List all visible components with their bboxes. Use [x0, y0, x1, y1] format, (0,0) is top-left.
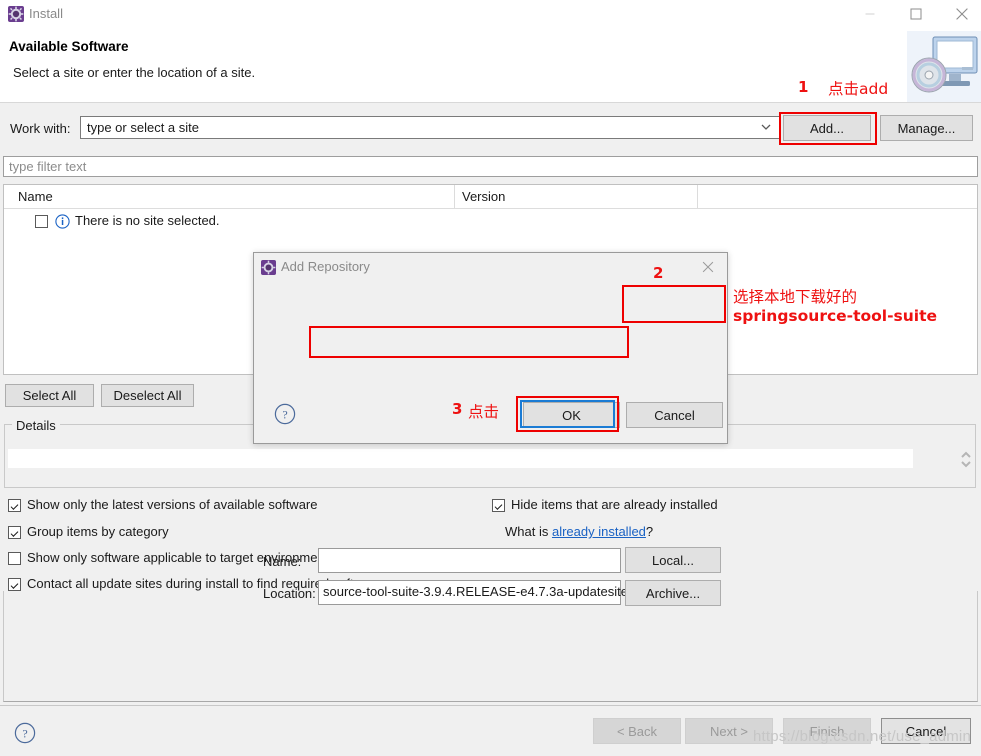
install-wizard-window: Install Available Software Select a site… [0, 0, 981, 756]
local-button[interactable]: Local... [625, 547, 721, 573]
manage-button[interactable]: Manage... [880, 115, 973, 141]
name-input[interactable] [318, 548, 621, 573]
watermark: https://blog.csdn.net/use_admin [753, 728, 972, 745]
annotation-step-3-text: 点击 [468, 403, 500, 421]
work-with-combo[interactable]: type or select a site [80, 116, 780, 139]
close-button[interactable] [939, 0, 981, 28]
add-button[interactable]: Add... [783, 115, 871, 141]
install-gear-icon [261, 260, 276, 275]
already-installed-link[interactable]: already installed [552, 524, 646, 539]
svg-text:?: ? [22, 727, 27, 741]
work-with-label: Work with: [10, 121, 71, 136]
software-install-graphic-icon [907, 31, 981, 103]
maximize-button[interactable] [893, 0, 939, 28]
details-text [8, 449, 913, 468]
info-icon [55, 214, 70, 229]
location-label: Location: [263, 586, 316, 601]
archive-button[interactable]: Archive... [625, 580, 721, 606]
footer-divider [0, 705, 981, 706]
table-header-row: Name Version [4, 185, 977, 209]
page-description: Select a site or enter the location of a… [13, 65, 256, 80]
close-icon [956, 8, 968, 20]
column-header-version[interactable]: Version [462, 189, 505, 204]
location-input[interactable]: source-tool-suite-3.9.4.RELEASE-e4.7.3a-… [318, 580, 632, 605]
svg-text:?: ? [282, 408, 287, 422]
help-icon[interactable]: ? [14, 722, 36, 744]
window-title-bar: Install [0, 0, 981, 28]
checkbox[interactable] [8, 499, 21, 512]
close-icon [702, 261, 714, 273]
option-label: Group items by category [27, 524, 169, 539]
column-header-name[interactable]: Name [18, 189, 53, 204]
filter-input[interactable]: type filter text [3, 156, 978, 177]
annotation-step-1-number: 1 [798, 78, 809, 96]
back-button: < Back [593, 718, 681, 744]
details-scroll-spinner[interactable] [959, 449, 973, 470]
dialog-help-icon[interactable]: ? [274, 403, 296, 425]
install-gear-icon [8, 6, 24, 22]
checkbox[interactable] [8, 526, 21, 539]
dialog-ok-button[interactable]: OK [523, 402, 620, 428]
what-is-suffix: ? [645, 524, 654, 539]
dialog-cancel-button[interactable]: Cancel [626, 402, 723, 428]
annotation-step-3-number: 3 [452, 400, 463, 418]
lower-blank-panel [3, 591, 978, 702]
row-checkbox[interactable] [35, 215, 48, 228]
work-with-value: type or select a site [87, 120, 199, 135]
select-all-button[interactable]: Select All [5, 384, 94, 407]
table-row[interactable]: There is no site selected. [4, 211, 977, 233]
annotation-step-2-number: 2 [653, 264, 664, 282]
chevron-down-icon[interactable] [757, 117, 775, 138]
window-title: Install [29, 6, 63, 21]
location-value: source-tool-suite-3.9.4.RELEASE-e4.7.3a-… [323, 584, 632, 599]
annotation-note-line-2: springsource-tool-suite [733, 307, 938, 325]
option-label: Show only the latest versions of availab… [27, 497, 318, 512]
what-is-already-installed: What is already installed? [505, 524, 653, 539]
minimize-icon [865, 13, 875, 15]
filter-placeholder: type filter text [9, 159, 87, 174]
dialog-title: Add Repository [281, 259, 370, 274]
maximize-icon [910, 8, 922, 20]
dialog-close-button[interactable] [691, 255, 725, 279]
option-label: Hide items that are already installed [511, 497, 718, 512]
checkbox[interactable] [8, 552, 21, 565]
page-title: Available Software [9, 39, 129, 54]
name-label: Name: [263, 554, 302, 569]
annotation-step-1-text: 点击add [828, 80, 889, 98]
header-divider [0, 102, 981, 103]
checkbox[interactable] [8, 578, 21, 591]
deselect-all-button[interactable]: Deselect All [101, 384, 194, 407]
minimize-button[interactable] [847, 0, 893, 28]
checkbox[interactable] [492, 499, 505, 512]
annotation-note-line-1: 选择本地下载好的 [733, 288, 858, 306]
details-legend: Details [12, 418, 60, 433]
what-is-prefix: What is [505, 524, 552, 539]
row-name: There is no site selected. [75, 213, 220, 228]
